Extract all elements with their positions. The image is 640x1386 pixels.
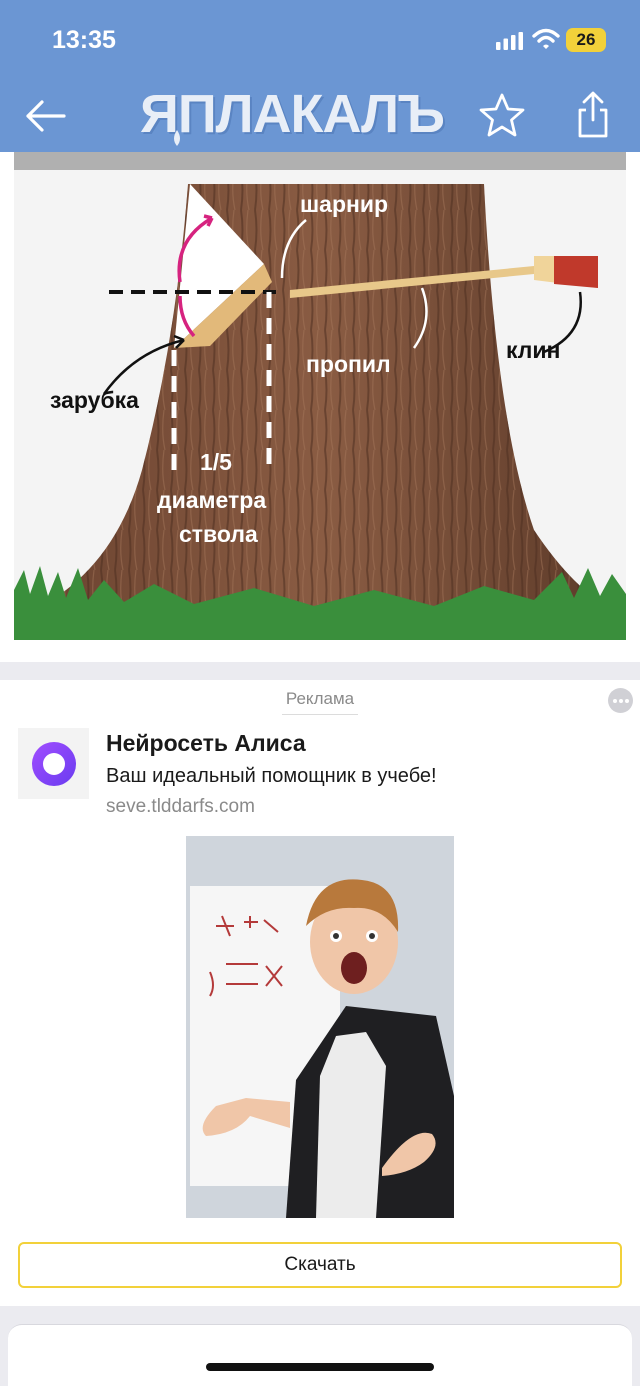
logo-drop-icon [174,130,180,146]
ad-label-divider [282,714,358,715]
alice-logo-icon [32,742,76,786]
star-icon[interactable] [478,92,526,138]
ad-card[interactable]: Реклама Нейросеть Алиса Ваш идеальный по… [0,680,640,1306]
battery-indicator: 26 [566,28,606,52]
next-post-card [8,1324,632,1386]
share-icon[interactable] [572,90,614,140]
ad-image[interactable] [186,836,454,1218]
post-previous-image-edge [14,152,626,170]
ad-logo[interactable] [18,728,89,799]
back-arrow-icon[interactable] [22,94,68,138]
label-diameter: диаметра [157,487,266,513]
label-angle-60: 60° [188,263,212,280]
status-time: 13:35 [52,26,116,54]
label-wedge: клин [506,337,560,363]
more-icon[interactable] [608,688,633,713]
site-logo[interactable]: ЯПЛАКАЛЪ [140,84,460,148]
home-indicator[interactable] [206,1363,434,1371]
status-bar: 13:35 26 [0,0,640,82]
ad-label: Реклама [285,689,355,708]
label-notch: зарубка [50,387,139,413]
post-card: шарнир пропил клин зарубка 60° 30° 1/5 д… [0,152,640,662]
label-angle-30: 30° [188,301,212,318]
label-cut: пропил [306,351,391,377]
download-button[interactable]: Скачать [18,1242,622,1288]
ad-domain[interactable]: seve.tlddarfs.com [106,796,255,818]
wifi-icon [532,28,560,49]
nav-bar: ЯПЛАКАЛЪ [0,82,640,152]
ad-text: Ваш идеальный помощник в учебе! [106,765,437,787]
tree-felling-diagram: шарнир пропил клин зарубка 60° 30° 1/5 д… [14,170,626,640]
ad-title[interactable]: Нейросеть Алиса [106,730,306,757]
label-hinge: шарнир [300,191,388,217]
signal-icon [496,32,523,50]
ad-photo-illustration [186,836,454,1218]
label-trunk: ствола [179,521,258,547]
label-fraction: 1/5 [200,449,232,475]
